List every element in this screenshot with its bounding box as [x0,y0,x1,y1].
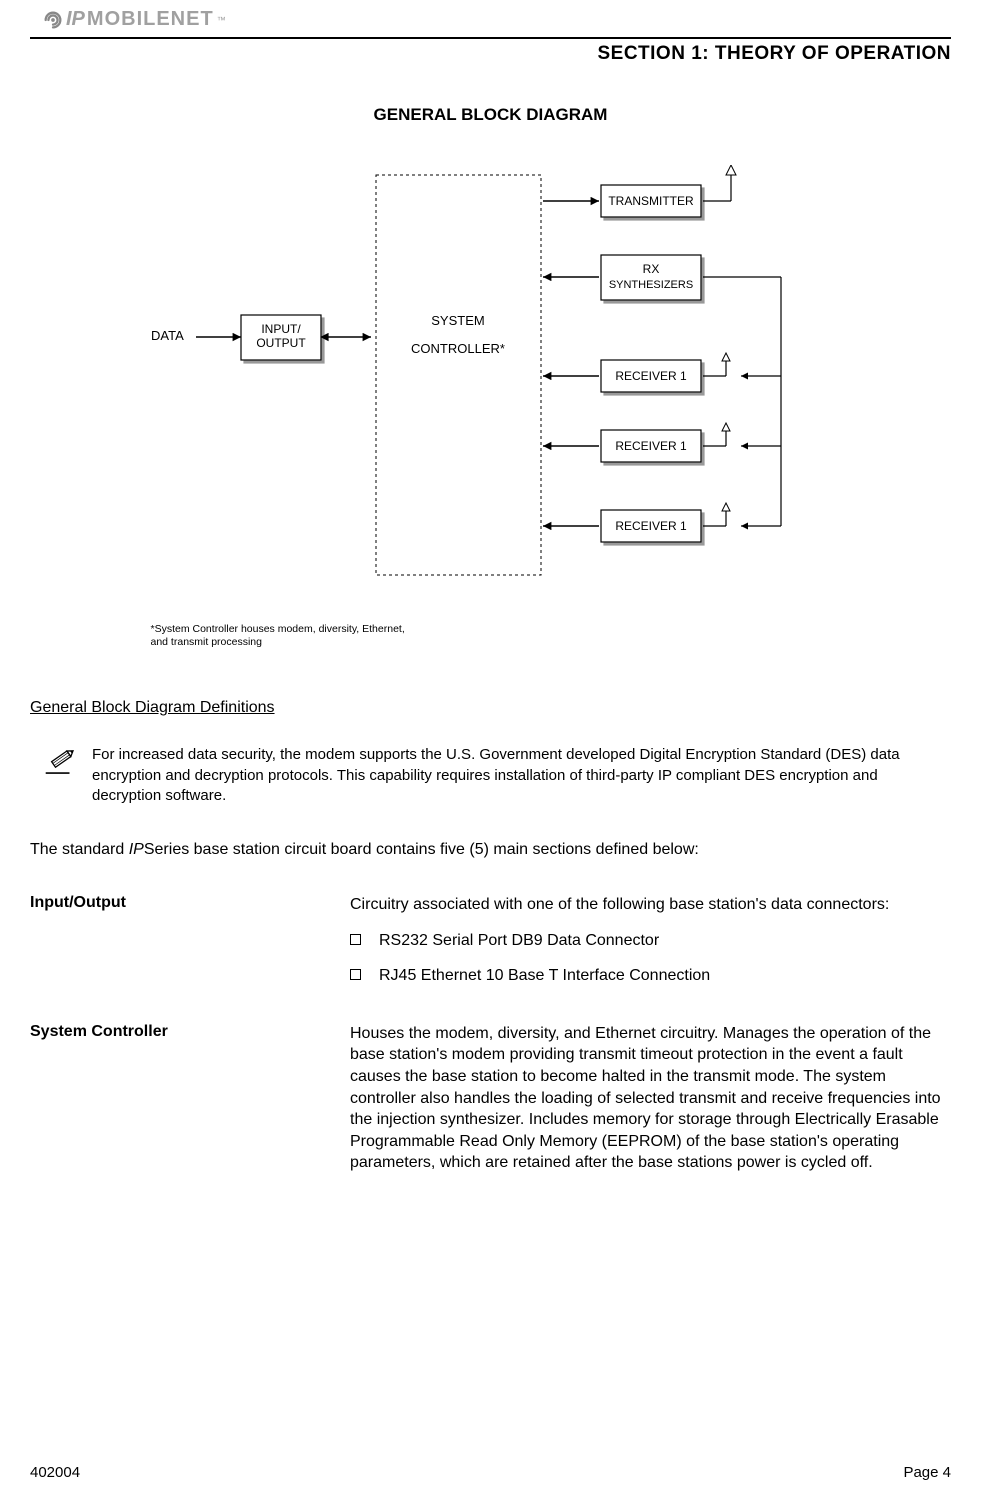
footer-right: Page 4 [903,1464,951,1481]
io-bullet-1-text: RS232 Serial Port DB9 Data Connector [379,930,659,952]
definition-io: Input/Output Circuitry associated with o… [30,894,951,1001]
logo-ip-text: IP [66,8,85,31]
definition-io-body: Circuitry associated with one of the fol… [350,894,951,1001]
footer-left: 402004 [30,1464,80,1481]
svg-text:TRANSMITTER: TRANSMITTER [608,194,694,208]
section-title: SECTION 1: THEORY OF OPERATION [30,43,951,65]
io-bullet-1: RS232 Serial Port DB9 Data Connector [350,930,951,952]
io-bullet-2-text: RJ45 Ethernet 10 Base T Interface Connec… [379,965,710,987]
svg-text:SYSTEM: SYSTEM [431,313,484,328]
header-rule [30,37,951,39]
svg-text:RECEIVER 1: RECEIVER 1 [615,519,687,533]
security-note-row: For increased data security, the modem s… [44,745,951,806]
logo-tm: ™ [217,15,226,25]
svg-text:CONTROLLER*: CONTROLLER* [411,341,505,356]
definition-sysctl-body: Houses the modem, diversity, and Etherne… [350,1023,951,1174]
diagram-footnote: *System Controller houses modem, diversi… [151,623,411,649]
page-footer: 402004 Page 4 [30,1464,951,1481]
definition-sysctl-term: System Controller [30,1023,350,1041]
security-note-text: For increased data security, the modem s… [92,745,951,806]
definition-io-desc: Circuitry associated with one of the fol… [350,894,951,916]
block-diagram: DATA INPUT/ OUTPUT SYSTEM CONTROLLER* TR… [131,165,851,649]
svg-text:OUTPUT: OUTPUT [256,336,306,350]
definitions-heading: General Block Diagram Definitions [30,699,951,717]
io-bullet-2: RJ45 Ethernet 10 Base T Interface Connec… [350,965,951,987]
logo: IP MOBILENET ™ [42,8,951,31]
intro-italic: IP [129,841,144,858]
svg-text:RECEIVER 1: RECEIVER 1 [615,369,687,383]
block-diagram-svg: DATA INPUT/ OUTPUT SYSTEM CONTROLLER* TR… [141,165,841,615]
pencil-icon [44,747,78,777]
svg-text:INPUT/: INPUT/ [261,322,301,336]
intro-suffix: Series base station circuit board contai… [144,841,699,858]
square-bullet-icon [350,969,361,980]
intro-text: The standard IPSeries base station circu… [30,841,951,859]
svg-text:SYNTHESIZERS: SYNTHESIZERS [608,279,692,291]
definition-io-term: Input/Output [30,894,350,912]
diagram-data-label: DATA [151,328,184,343]
svg-text:RECEIVER 1: RECEIVER 1 [615,439,687,453]
logo-mobilenet-text: MOBILENET [87,8,214,31]
definition-sysctl: System Controller Houses the modem, dive… [30,1023,951,1174]
intro-prefix: The standard [30,841,129,858]
logo-e-icon [42,9,64,31]
diagram-title: GENERAL BLOCK DIAGRAM [30,105,951,125]
svg-text:RX: RX [642,262,659,276]
square-bullet-icon [350,934,361,945]
